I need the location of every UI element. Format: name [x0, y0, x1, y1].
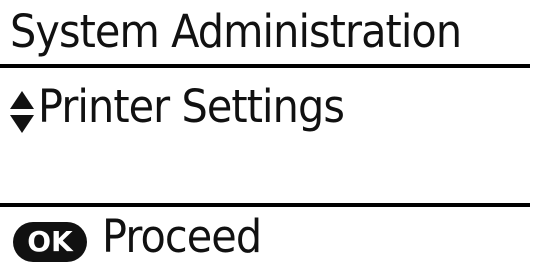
ok-icon-label: OK — [27, 225, 74, 258]
up-down-arrows-icon — [10, 91, 34, 133]
menu-item-printer-settings[interactable]: Printer Settings — [0, 76, 530, 140]
footer-bar: OK Proceed — [0, 203, 530, 267]
printer-lcd-screen: System Administration Printer Settings O… — [0, 0, 538, 267]
menu-item-label: Printer Settings — [38, 80, 345, 133]
proceed-label: Proceed — [102, 210, 262, 263]
page-title: System Administration — [10, 5, 462, 58]
ok-button-icon[interactable]: OK — [12, 221, 88, 263]
title-bar: System Administration — [0, 0, 530, 68]
